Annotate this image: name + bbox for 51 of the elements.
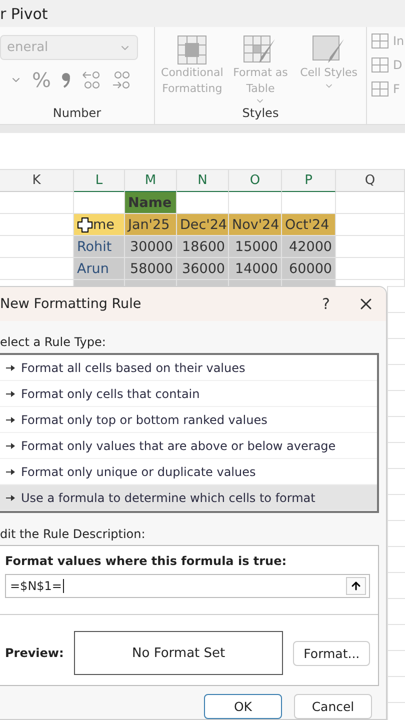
text-cursor bbox=[63, 579, 64, 594]
table-cell bbox=[336, 236, 405, 258]
comma-style-icon bbox=[61, 72, 72, 88]
table-cell: Arun bbox=[74, 258, 125, 280]
table-cell: me bbox=[74, 214, 125, 236]
table-cell: Oct'24 bbox=[282, 214, 336, 236]
section-label: elect a Rule Type: bbox=[0, 334, 107, 351]
table-cell: 30000 bbox=[125, 236, 177, 258]
table-icon bbox=[177, 35, 208, 66]
arrow-icon bbox=[6, 390, 15, 398]
arrow-icon bbox=[6, 494, 15, 502]
formula-field[interactable]: =$N$1= bbox=[5, 574, 370, 598]
table-cell: 42000 bbox=[282, 236, 336, 258]
dialog-button[interactable]: Cancel bbox=[294, 694, 372, 719]
cells-icon bbox=[371, 81, 389, 98]
arrow-icon bbox=[6, 416, 15, 424]
table-cell: 58000 bbox=[125, 258, 177, 280]
arrow-icon bbox=[6, 468, 15, 476]
arrow-icon bbox=[6, 442, 15, 450]
increase-decimal-icon bbox=[81, 69, 102, 92]
group-label: Styles bbox=[242, 106, 279, 120]
help-button[interactable]: ? bbox=[306, 294, 346, 314]
collapse-button[interactable] bbox=[346, 577, 366, 595]
table-cell: Jan'25 bbox=[125, 214, 177, 236]
list-item[interactable]: Use a formula to determine which cells to format bbox=[0, 485, 377, 511]
table-cell: Rohit bbox=[74, 236, 125, 258]
dialog-button[interactable]: OK bbox=[204, 694, 282, 719]
decrease-decimal-icon bbox=[111, 69, 132, 92]
preview-box: No Format Set bbox=[74, 631, 284, 675]
format-button[interactable]: Format... bbox=[293, 640, 370, 666]
arrow-icon bbox=[6, 364, 15, 372]
field-label: Format values where this formula is true: bbox=[5, 554, 288, 568]
preview-label: Preview: bbox=[5, 646, 64, 660]
table-cell: Name bbox=[125, 192, 177, 214]
cross-cursor-icon bbox=[77, 216, 93, 232]
cell-brush-icon bbox=[312, 35, 346, 66]
table-cell: 14000 bbox=[229, 258, 282, 280]
table-cell: 36000 bbox=[177, 258, 229, 280]
cells-icon bbox=[371, 57, 389, 74]
up-arrow-icon bbox=[350, 580, 362, 592]
group-label: Number bbox=[52, 106, 102, 120]
dialog-title: New Formatting Rule bbox=[0, 296, 142, 312]
table-cell: Nov'24 bbox=[229, 214, 282, 236]
table-cell: 15000 bbox=[229, 236, 282, 258]
table-cell bbox=[336, 214, 405, 236]
table-cell: 60000 bbox=[282, 258, 336, 280]
table-cell: 18600 bbox=[177, 236, 229, 258]
table-cell: Dec'24 bbox=[177, 214, 229, 236]
ribbon-tab[interactable]: r Pivot bbox=[0, 4, 48, 23]
section-label: dit the Rule Description: bbox=[0, 526, 146, 543]
cells-icon bbox=[371, 33, 389, 50]
